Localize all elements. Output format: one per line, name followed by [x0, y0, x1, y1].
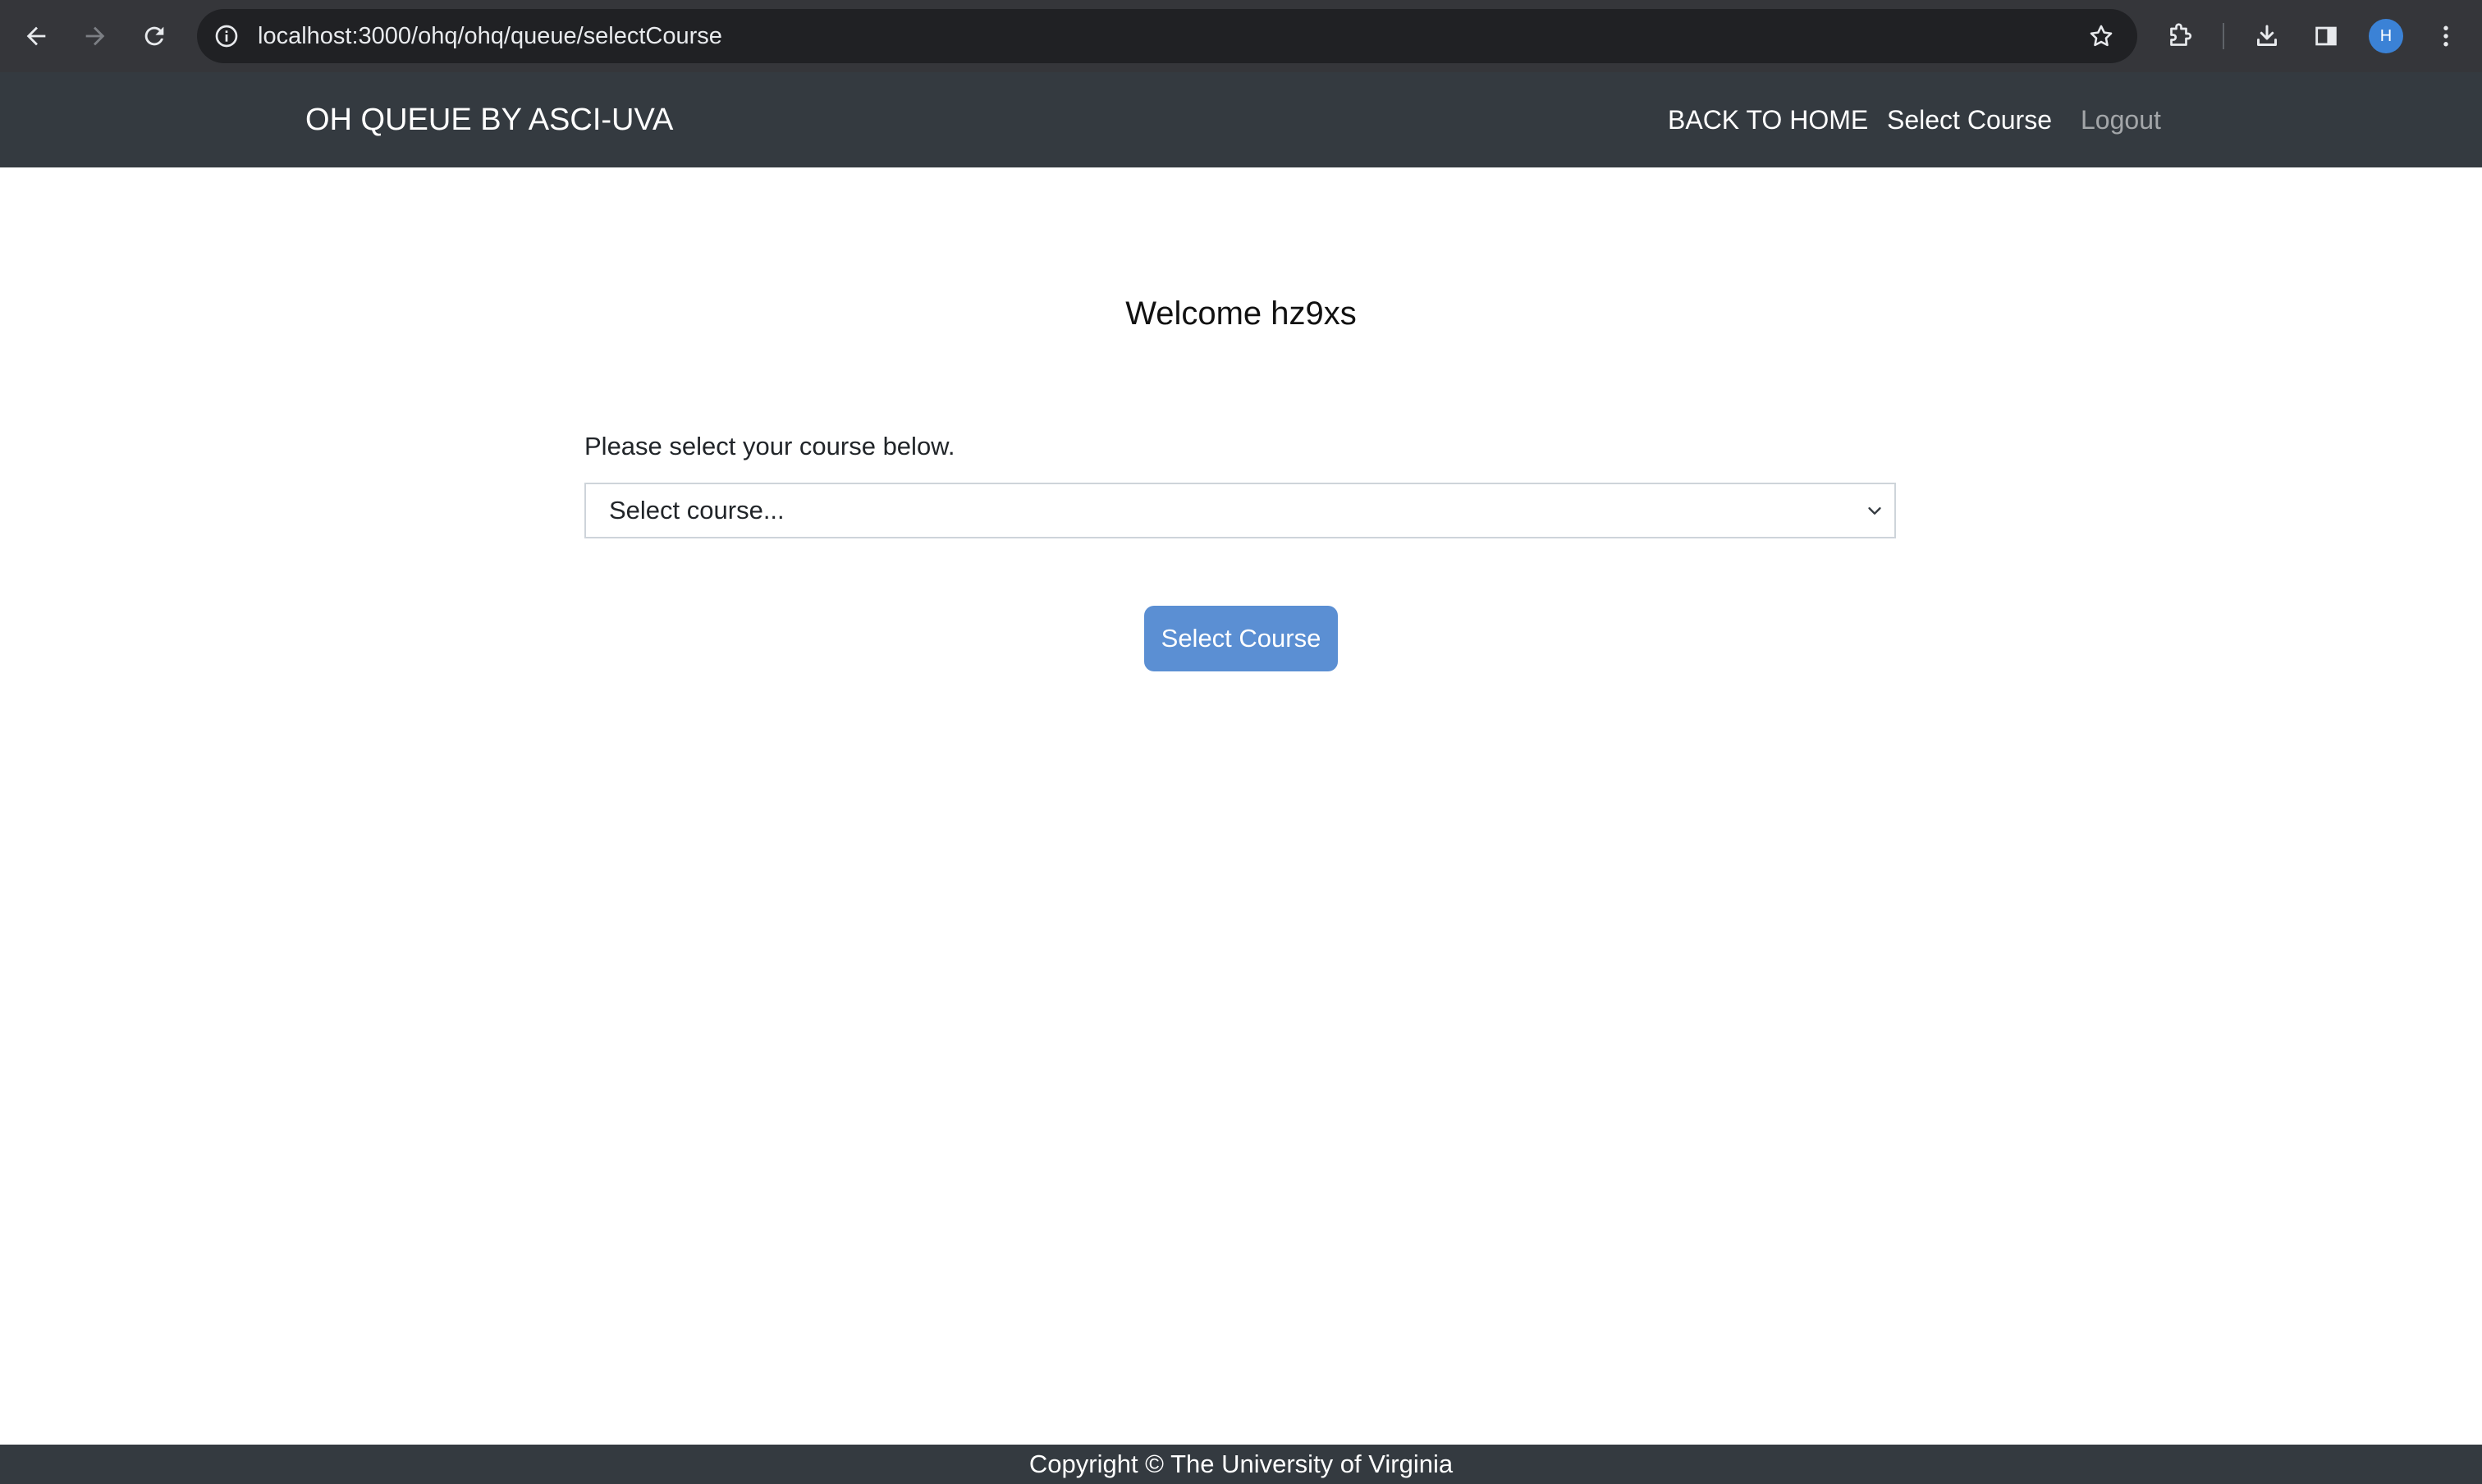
- profile-avatar[interactable]: H: [2369, 19, 2403, 53]
- reload-icon: [144, 26, 164, 46]
- browser-toolbar: localhost:3000/ohq/ohq/queue/selectCours…: [0, 0, 2482, 72]
- info-icon: [215, 25, 238, 48]
- extensions-icon: [2170, 23, 2192, 46]
- reload-button[interactable]: [135, 16, 174, 56]
- site-info-button[interactable]: [212, 21, 241, 51]
- course-select[interactable]: Select course...: [584, 483, 1896, 538]
- more-vert-icon: [2443, 25, 2448, 47]
- bookmark-button[interactable]: [2086, 21, 2116, 51]
- welcome-heading: Welcome hz9xs: [1125, 295, 1357, 332]
- url-text[interactable]: localhost:3000/ohq/ohq/queue/selectCours…: [258, 9, 722, 63]
- course-select-value: Select course...: [609, 496, 785, 524]
- star-icon: [2090, 25, 2113, 47]
- toolbar-separator: [2223, 23, 2224, 49]
- select-course-button[interactable]: Select Course: [1144, 606, 1338, 671]
- course-select-prompt: Please select your course below.: [584, 432, 955, 460]
- back-button[interactable]: [16, 16, 56, 56]
- forward-icon: [85, 26, 105, 46]
- nav-logout[interactable]: Logout: [2081, 72, 2161, 167]
- chrome-menu-button[interactable]: [2428, 18, 2464, 54]
- chevron-down-icon: [1863, 499, 1886, 522]
- site-navbar: OH QUEUE BY ASCI-UVA BACK TO HOME Select…: [0, 72, 2482, 167]
- back-icon: [26, 26, 46, 46]
- download-icon: [2257, 25, 2277, 46]
- address-bar[interactable]: localhost:3000/ohq/ohq/queue/selectCours…: [197, 9, 2137, 63]
- extensions-button[interactable]: [2162, 18, 2198, 54]
- downloads-button[interactable]: [2249, 18, 2285, 54]
- side-panel-icon: [2315, 26, 2337, 46]
- page-footer: Copyright © The University of Virginia: [0, 1445, 2482, 1484]
- nav-select-course[interactable]: Select Course: [1887, 72, 2052, 167]
- site-brand[interactable]: OH QUEUE BY ASCI-UVA: [305, 72, 673, 167]
- side-panel-button[interactable]: [2308, 18, 2344, 54]
- forward-button[interactable]: [76, 16, 115, 56]
- copyright-text: Copyright © The University of Virginia: [1028, 1450, 1454, 1478]
- nav-back-to-home[interactable]: BACK TO HOME: [1668, 72, 1868, 167]
